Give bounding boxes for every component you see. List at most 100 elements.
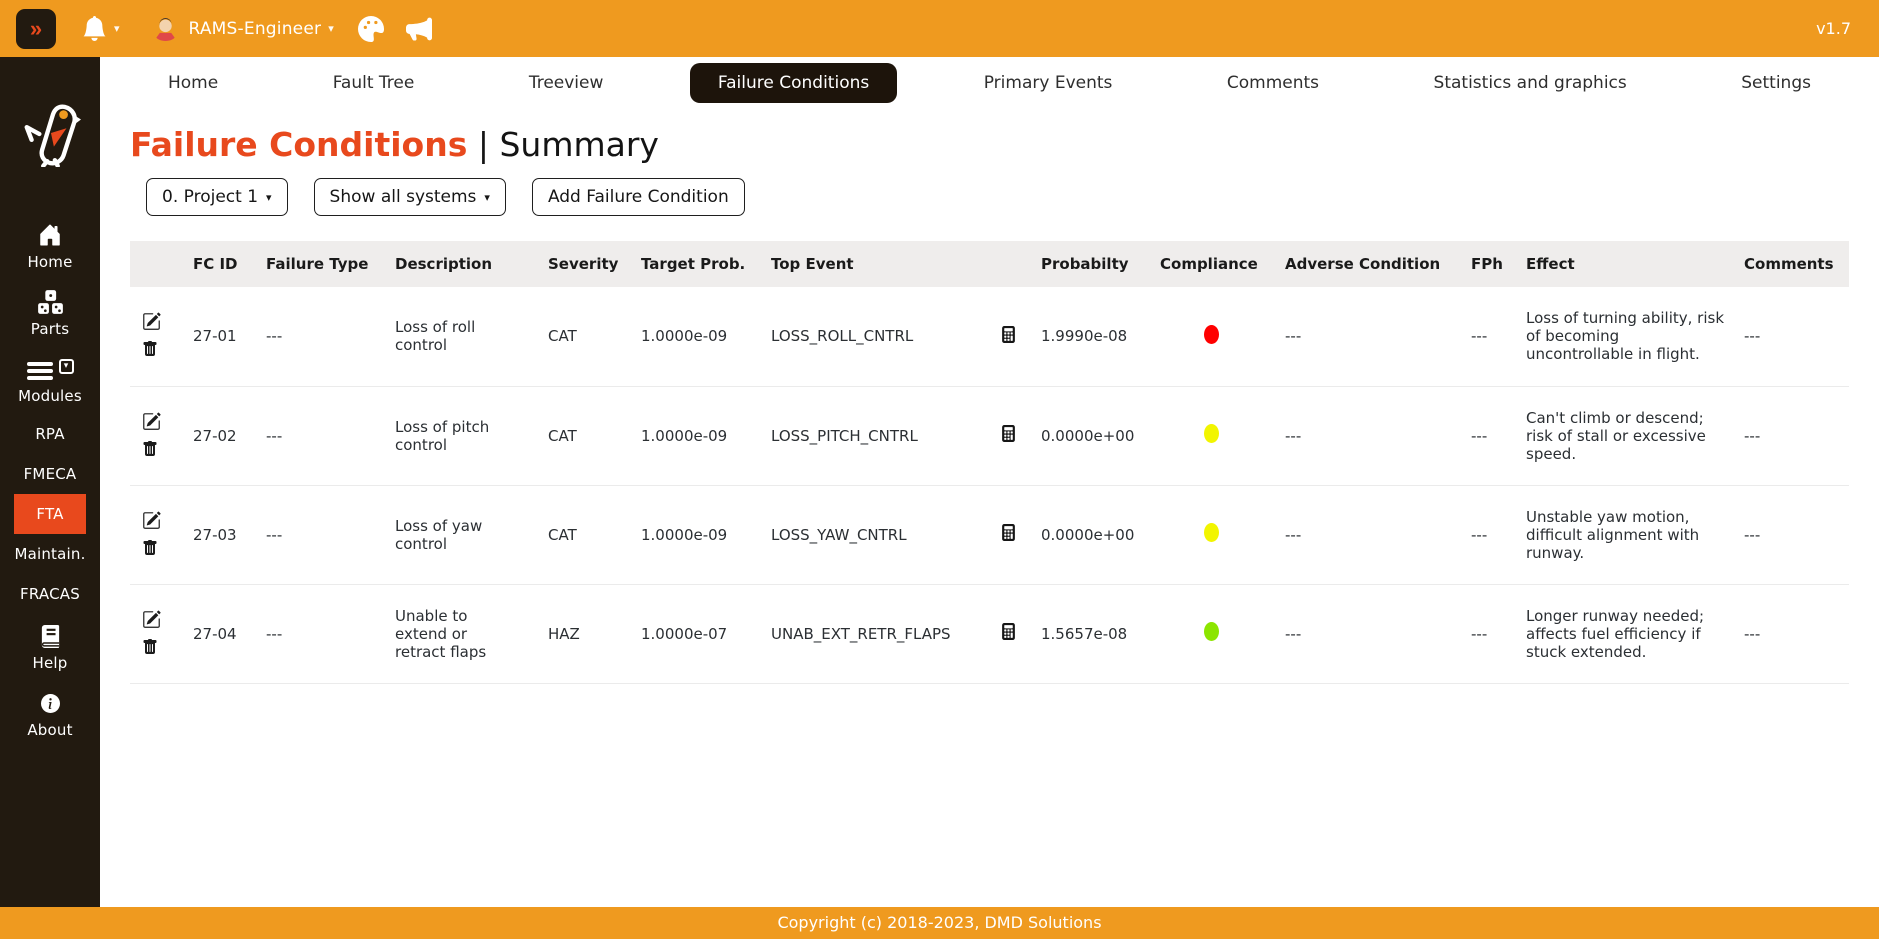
column-header-compliance: Compliance xyxy=(1160,241,1285,287)
project-select-label: 0. Project 1 xyxy=(162,187,258,207)
effect: Unstable yaw motion, difficult alignment… xyxy=(1526,485,1744,584)
calculator-icon xyxy=(1000,628,1017,643)
tab-treeview[interactable]: Treeview xyxy=(501,63,632,103)
tab-comments[interactable]: Comments xyxy=(1199,63,1347,103)
fc-id: 27-03 xyxy=(193,485,266,584)
comments: --- xyxy=(1744,386,1849,485)
toolbar: 0. Project 1 ▾ Show all systems ▾ Add Fa… xyxy=(146,178,1879,216)
caret-down-icon[interactable]: ▾ xyxy=(328,22,334,35)
sidebar-item-label: Help xyxy=(33,654,68,672)
tab-statistics-and-graphics[interactable]: Statistics and graphics xyxy=(1406,63,1655,103)
target-probability: 1.0000e-09 xyxy=(641,287,771,386)
user-avatar[interactable] xyxy=(152,15,179,42)
sidebar-item-label: Home xyxy=(27,253,72,271)
tab-failure-conditions[interactable]: Failure Conditions xyxy=(690,63,897,103)
column-header-description: Description xyxy=(395,241,548,287)
edit-row-button[interactable] xyxy=(142,412,161,434)
parts-icon xyxy=(37,289,64,315)
edit-row-button[interactable] xyxy=(142,610,161,632)
fph: --- xyxy=(1471,386,1526,485)
double-chevron-right-icon: » xyxy=(30,16,42,41)
top-event: LOSS_PITCH_CNTRL xyxy=(771,386,1000,485)
delete-row-button[interactable] xyxy=(142,639,158,658)
column-header-fph: FPh xyxy=(1471,241,1526,287)
sidebar-item-fracas[interactable]: FRACAS xyxy=(14,574,85,614)
effect: Loss of turning ability, risk of becomin… xyxy=(1526,287,1744,386)
calculate-probability-button[interactable] xyxy=(1000,524,1017,544)
tab-primary-events[interactable]: Primary Events xyxy=(956,63,1141,103)
sidebar-item-maintain[interactable]: Maintain. xyxy=(14,534,85,574)
column-header-severity: Severity xyxy=(548,241,641,287)
tab-settings[interactable]: Settings xyxy=(1713,63,1839,103)
sidebar-item-fta[interactable]: FTA xyxy=(14,494,85,534)
caret-down-icon[interactable]: ▾ xyxy=(114,22,120,35)
systems-filter-dropdown[interactable]: Show all systems ▾ xyxy=(314,178,506,216)
sidebar: Home Parts▾ModulesRPAFMECA FTA Maintain. FRA… xyxy=(0,57,100,907)
home-icon xyxy=(38,222,62,248)
failure-type: --- xyxy=(266,386,395,485)
column-header-failure-type: Failure Type xyxy=(266,241,395,287)
delete-row-button[interactable] xyxy=(142,540,158,559)
palette-icon[interactable] xyxy=(358,16,384,42)
tab-fault-tree[interactable]: Fault Tree xyxy=(305,63,443,103)
target-probability: 1.0000e-07 xyxy=(641,584,771,683)
severity: CAT xyxy=(548,485,641,584)
column-header-icon-7 xyxy=(1000,241,1041,287)
delete-row-button[interactable] xyxy=(142,341,158,360)
sidebar-item-parts[interactable]: Parts xyxy=(14,280,85,347)
notifications-bell-icon[interactable] xyxy=(82,16,107,41)
calculator-icon xyxy=(1000,529,1017,544)
pencil-square-icon xyxy=(142,617,161,632)
main-content: Home Fault Tree Treeview Failure Conditions… xyxy=(100,57,1879,907)
trash-icon xyxy=(142,544,158,559)
comments: --- xyxy=(1744,584,1849,683)
sidebar-item-help[interactable]: Help xyxy=(14,614,85,681)
sidebar-item-home[interactable]: Home xyxy=(14,213,85,280)
sidebar-item-label: FTA xyxy=(36,505,63,523)
fc-id: 27-02 xyxy=(193,386,266,485)
calculate-probability-button[interactable] xyxy=(1000,425,1017,445)
sidebar-expand-button[interactable]: » xyxy=(16,9,56,49)
sidebar-item-label: Modules xyxy=(18,387,82,405)
severity: CAT xyxy=(548,386,641,485)
tab-home[interactable]: Home xyxy=(140,63,246,103)
footer: Copyright (c) 2018-2023, DMD Solutions xyxy=(0,907,1879,939)
calculate-probability-button[interactable] xyxy=(1000,623,1017,643)
app-logo-bird-icon[interactable] xyxy=(19,101,81,171)
adverse-condition: --- xyxy=(1285,584,1471,683)
sidebar-item-about[interactable]: About xyxy=(14,681,85,748)
page-title-main: Failure Conditions xyxy=(130,125,467,164)
failure-type: --- xyxy=(266,485,395,584)
comments: --- xyxy=(1744,485,1849,584)
about-icon xyxy=(41,690,60,716)
fc-id: 27-04 xyxy=(193,584,266,683)
adverse-condition: --- xyxy=(1285,386,1471,485)
trash-icon xyxy=(142,643,158,658)
add-failure-condition-button[interactable]: Add Failure Condition xyxy=(532,178,745,216)
sidebar-item-label: FRACAS xyxy=(20,585,80,603)
megaphone-icon[interactable] xyxy=(406,16,432,42)
page-title-divider: | xyxy=(478,125,489,164)
edit-row-button[interactable] xyxy=(142,312,161,334)
edit-row-button[interactable] xyxy=(142,511,161,533)
table-header-row: FC IDFailure TypeDescriptionSeverityTarg… xyxy=(130,241,1849,287)
compliance-dot xyxy=(1204,325,1219,344)
add-failure-condition-label: Add Failure Condition xyxy=(548,187,729,207)
user-name[interactable]: RAMS-Engineer xyxy=(189,19,322,39)
sidebar-item-modules[interactable]: ▾Modules xyxy=(14,347,85,414)
adverse-condition: --- xyxy=(1285,485,1471,584)
project-select-dropdown[interactable]: 0. Project 1 ▾ xyxy=(146,178,288,216)
sidebar-item-rpa[interactable]: RPA xyxy=(14,414,85,454)
help-icon xyxy=(39,623,62,649)
sidebar-item-fmeca[interactable]: FMECA xyxy=(14,454,85,494)
table-row: 27-03 --- Loss of yaw control CAT 1.0000… xyxy=(130,485,1849,584)
column-header-comments: Comments xyxy=(1744,241,1849,287)
fph: --- xyxy=(1471,584,1526,683)
column-header-top-event: Top Event xyxy=(771,241,1000,287)
target-probability: 1.0000e-09 xyxy=(641,386,771,485)
top-event: LOSS_YAW_CNTRL xyxy=(771,485,1000,584)
calculate-probability-button[interactable] xyxy=(1000,326,1017,346)
table-row: 27-01 --- Loss of roll control CAT 1.000… xyxy=(130,287,1849,386)
compliance-dot xyxy=(1204,523,1219,542)
delete-row-button[interactable] xyxy=(142,441,158,460)
